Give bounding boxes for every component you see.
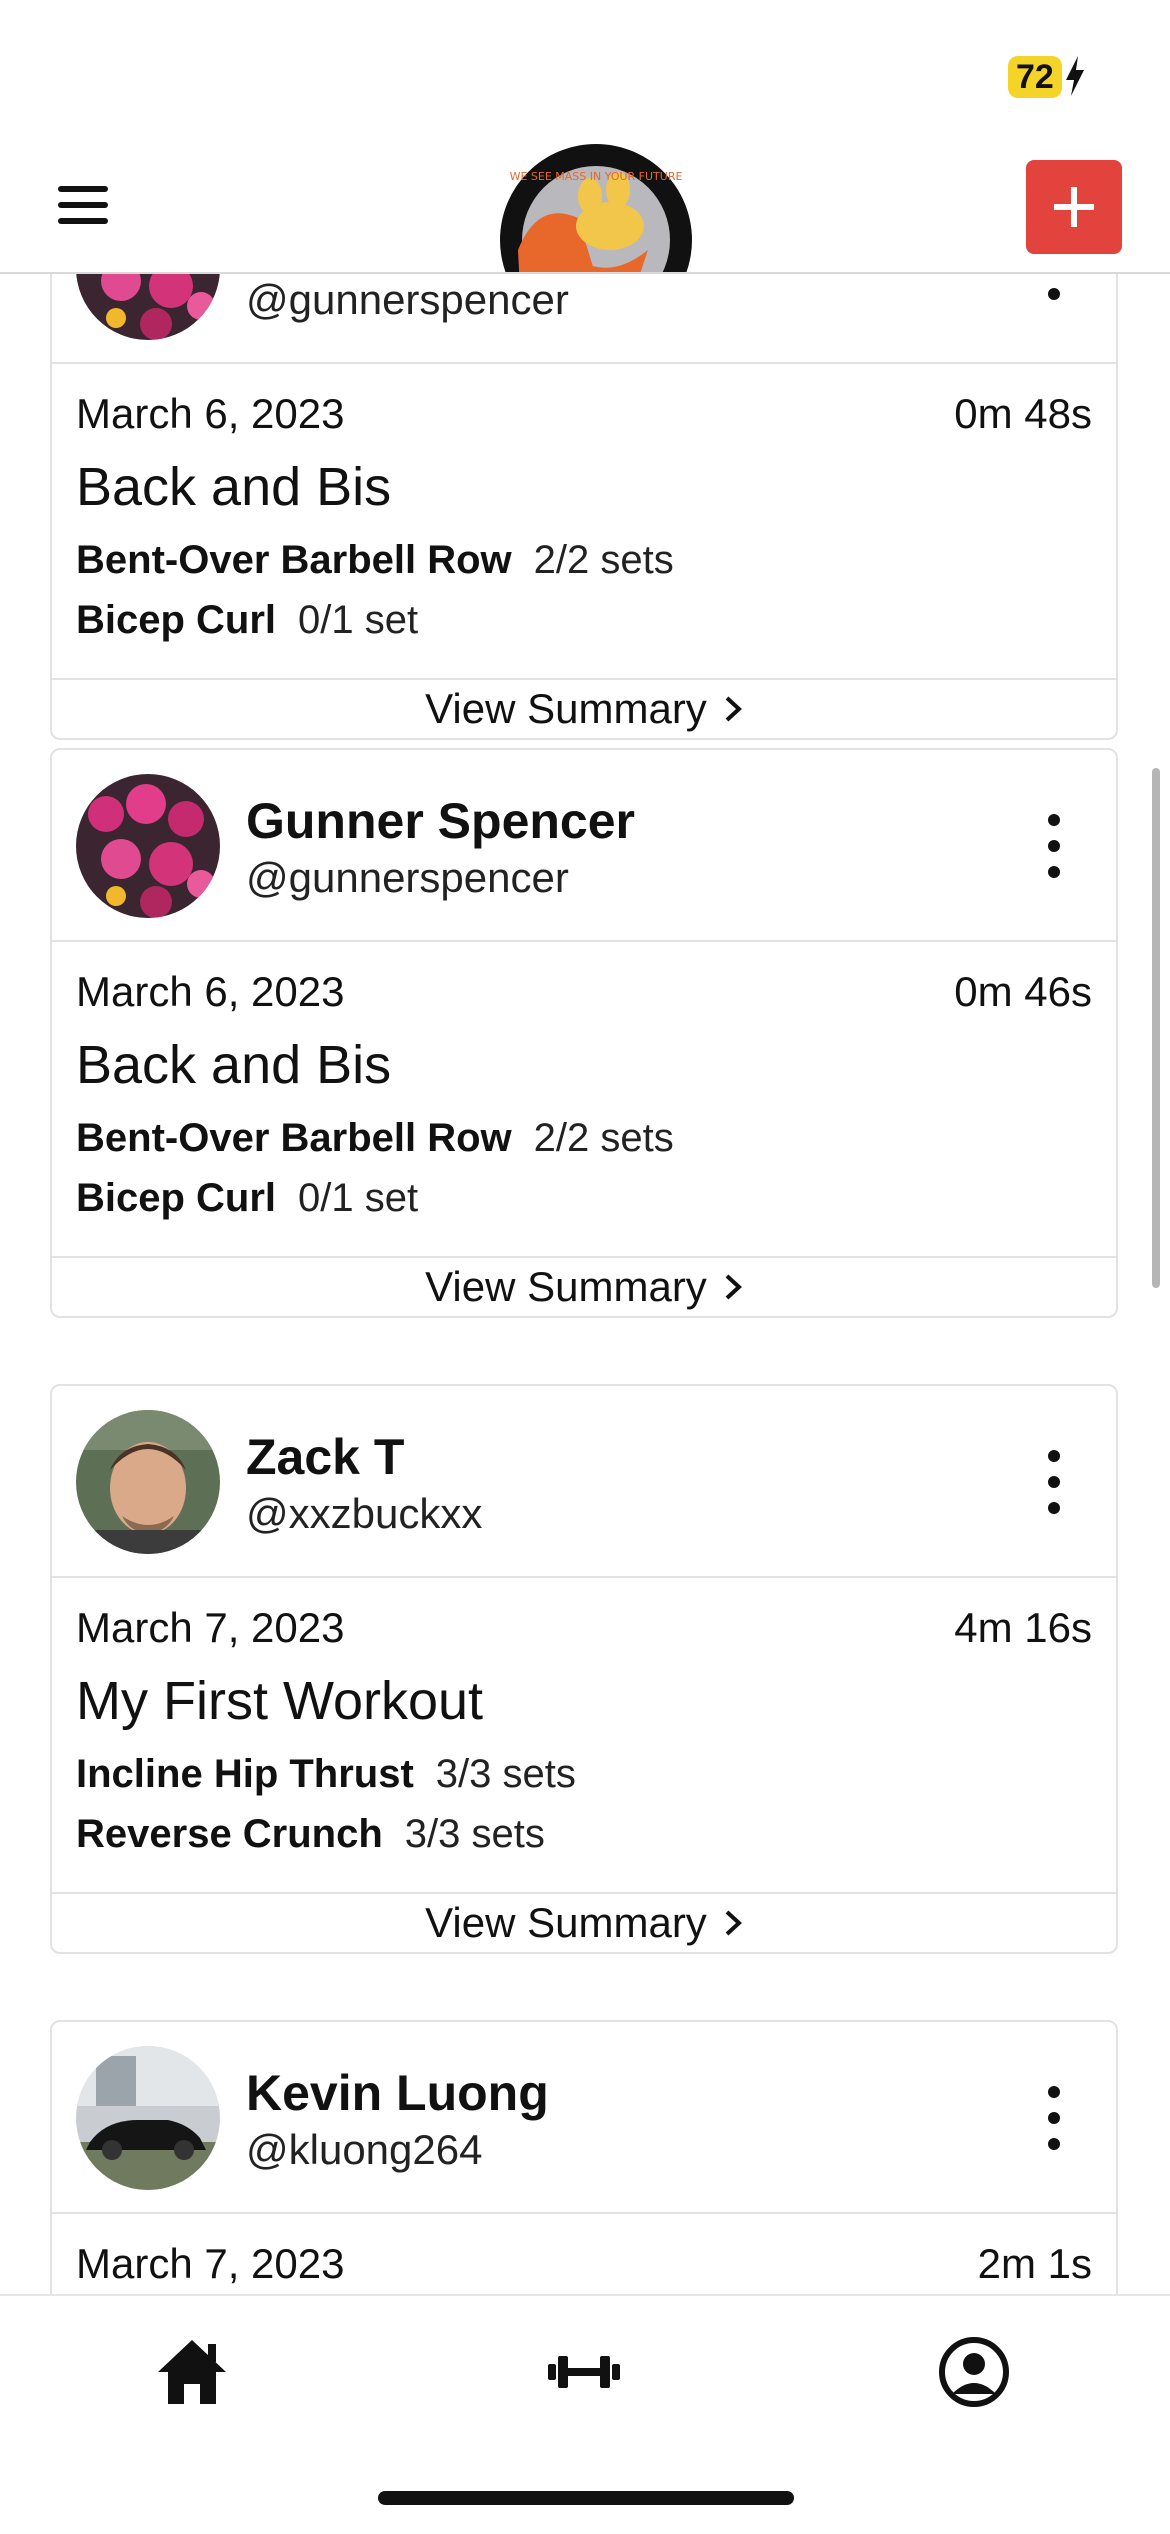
user-handle: @gunnerspencer (246, 276, 569, 323)
exercise-name: Bicep Curl (76, 598, 277, 642)
status-bar: 72 (0, 0, 1170, 140)
workout-duration: 0m 46s (954, 968, 1092, 1015)
workout-date: March 6, 2023 (76, 968, 345, 1015)
exercise-sets: 2/2 sets (533, 1116, 674, 1160)
user-handle: @kluong264 (246, 2126, 483, 2173)
card-user-row: Kevin Luong @kluong264 (52, 2022, 1116, 2214)
exercise-name: Bent-Over Barbell Row (76, 538, 512, 582)
chevron-right-icon (725, 1910, 742, 1936)
home-indicator (378, 2491, 794, 2505)
workout-title: Back and Bis (76, 1035, 392, 1095)
exercise-row: Incline Hip Thrust 3/3 sets (76, 1752, 576, 1797)
user-name[interactable]: Gunner Spencer (246, 792, 635, 850)
exercise-name: Bent-Over Barbell Row (76, 1116, 512, 1160)
more-options-icon[interactable] (1044, 814, 1064, 878)
plus-icon (1054, 187, 1094, 227)
workout-title: Back and Bis (76, 457, 392, 517)
user-handle: @gunnerspencer (246, 854, 569, 901)
exercise-name: Bicep Curl (76, 1176, 277, 1220)
menu-icon[interactable] (58, 186, 108, 226)
exercise-sets: 0/1 set (298, 598, 419, 642)
avatar[interactable] (76, 272, 220, 340)
app-logo[interactable]: WE SEE MASS IN YOUR FUTURE (498, 140, 694, 272)
user-name[interactable]: Zack T (246, 1428, 404, 1486)
exercise-name: Incline Hip Thrust (76, 1752, 414, 1796)
charging-bolt-icon (1066, 56, 1084, 96)
exercise-row: Reverse Crunch 3/3 sets (76, 1812, 545, 1857)
workout-date: March 7, 2023 (76, 2240, 345, 2287)
card-user-row: Gunner Spencer @gunnerspencer (52, 750, 1116, 942)
workout-date: March 7, 2023 (76, 1604, 345, 1651)
workout-card: @gunnerspencer March 6, 2023 0m 48s Back… (50, 272, 1118, 740)
exercise-name: Reverse Crunch (76, 1812, 383, 1856)
workout-feed[interactable]: @gunnerspencer March 6, 2023 0m 48s Back… (0, 272, 1170, 2294)
view-summary-label: View Summary (425, 1263, 707, 1310)
add-workout-button[interactable] (1026, 160, 1122, 254)
card-body: March 7, 2023 2m 1s (52, 2214, 1116, 2294)
avatar[interactable] (76, 774, 220, 918)
exercise-row: Bicep Curl 0/1 set (76, 1176, 418, 1221)
exercise-row: Bent-Over Barbell Row 2/2 sets (76, 538, 674, 583)
home-icon[interactable] (152, 2332, 232, 2412)
dumbbell-icon[interactable] (544, 2332, 624, 2412)
user-name[interactable]: Kevin Luong (246, 2064, 549, 2122)
exercise-sets: 3/3 sets (404, 1812, 545, 1856)
card-body: March 6, 2023 0m 48s Back and Bis Bent-O… (52, 364, 1116, 680)
workout-duration: 2m 1s (977, 2240, 1092, 2287)
exercise-sets: 2/2 sets (533, 538, 674, 582)
chevron-right-icon (725, 1274, 742, 1300)
more-options-icon[interactable] (1044, 272, 1064, 300)
avatar[interactable] (76, 1410, 220, 1554)
workout-title: My First Workout (76, 1671, 484, 1731)
chevron-right-icon (725, 696, 742, 722)
workout-duration: 0m 48s (954, 390, 1092, 437)
exercise-row: Bent-Over Barbell Row 2/2 sets (76, 1116, 674, 1161)
card-user-row: Zack T @xxzbuckxx (52, 1386, 1116, 1578)
workout-card: Gunner Spencer @gunnerspencer March 6, 2… (50, 748, 1118, 1318)
view-summary-label: View Summary (425, 1899, 707, 1946)
view-summary-button[interactable]: View Summary (52, 1894, 1116, 1952)
profile-icon[interactable] (934, 2332, 1014, 2412)
exercise-row: Bicep Curl 0/1 set (76, 598, 418, 643)
workout-date: March 6, 2023 (76, 390, 345, 437)
avatar[interactable] (76, 2046, 220, 2190)
view-summary-label: View Summary (425, 685, 707, 732)
exercise-sets: 3/3 sets (435, 1752, 576, 1796)
exercise-sets: 0/1 set (298, 1176, 419, 1220)
view-summary-button[interactable]: View Summary (52, 1258, 1116, 1316)
more-options-icon[interactable] (1044, 1450, 1064, 1514)
more-options-icon[interactable] (1044, 2086, 1064, 2150)
logo-text: WE SEE MASS IN YOUR FUTURE (510, 170, 683, 183)
user-handle: @xxzbuckxx (246, 1490, 483, 1537)
card-body: March 6, 2023 0m 46s Back and Bis Bent-O… (52, 942, 1116, 1258)
workout-duration: 4m 16s (954, 1604, 1092, 1651)
workout-card: Zack T @xxzbuckxx March 7, 2023 4m 16s M… (50, 1384, 1118, 1954)
scrollbar[interactable] (1152, 768, 1160, 1288)
battery-level: 72 (1008, 56, 1062, 98)
view-summary-button[interactable]: View Summary (52, 680, 1116, 738)
card-body: March 7, 2023 4m 16s My First Workout In… (52, 1578, 1116, 1894)
workout-card: Kevin Luong @kluong264 March 7, 2023 2m … (50, 2020, 1118, 2294)
card-user-row: @gunnerspencer (52, 272, 1116, 364)
app-header: WE SEE MASS IN YOUR FUTURE (0, 140, 1170, 274)
